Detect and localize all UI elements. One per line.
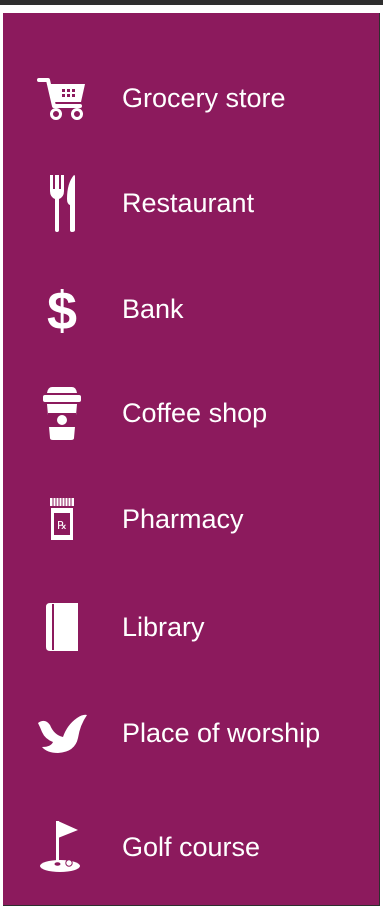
legend-label: Library bbox=[122, 612, 205, 642]
legend-item-golf-course: Golf course bbox=[3, 817, 378, 877]
legend-item-grocery-store: Grocery store bbox=[3, 68, 378, 128]
amenities-legend-panel: Grocery store Restaurant $ Bank Coffee s… bbox=[3, 13, 380, 906]
top-border bbox=[0, 0, 383, 5]
legend-label: Restaurant bbox=[122, 188, 255, 218]
legend-item-pharmacy: ℞ Pharmacy bbox=[3, 489, 378, 549]
legend-label: Bank bbox=[122, 294, 184, 324]
legend-item-library: Library bbox=[3, 597, 378, 657]
svg-text:℞: ℞ bbox=[57, 520, 67, 532]
legend-item-restaurant: Restaurant bbox=[3, 173, 378, 233]
dove-icon bbox=[31, 703, 93, 763]
legend-item-bank: $ Bank bbox=[3, 279, 378, 339]
book-icon bbox=[31, 597, 93, 657]
legend-item-coffee-shop: Coffee shop bbox=[3, 383, 378, 443]
shopping-cart-icon bbox=[31, 68, 93, 128]
legend-label: Pharmacy bbox=[122, 504, 244, 534]
legend-label: Coffee shop bbox=[122, 398, 268, 428]
legend-item-place-of-worship: Place of worship bbox=[3, 703, 378, 763]
golf-flag-icon bbox=[31, 817, 93, 877]
svg-text:$: $ bbox=[47, 281, 77, 337]
legend-label: Place of worship bbox=[122, 718, 321, 748]
legend-label: Grocery store bbox=[122, 83, 286, 113]
pill-bottle-icon: ℞ bbox=[31, 489, 93, 549]
legend-label: Golf course bbox=[122, 832, 261, 862]
coffee-cup-icon bbox=[31, 383, 93, 443]
fork-knife-icon bbox=[31, 173, 93, 233]
dollar-sign-icon: $ bbox=[31, 279, 93, 339]
